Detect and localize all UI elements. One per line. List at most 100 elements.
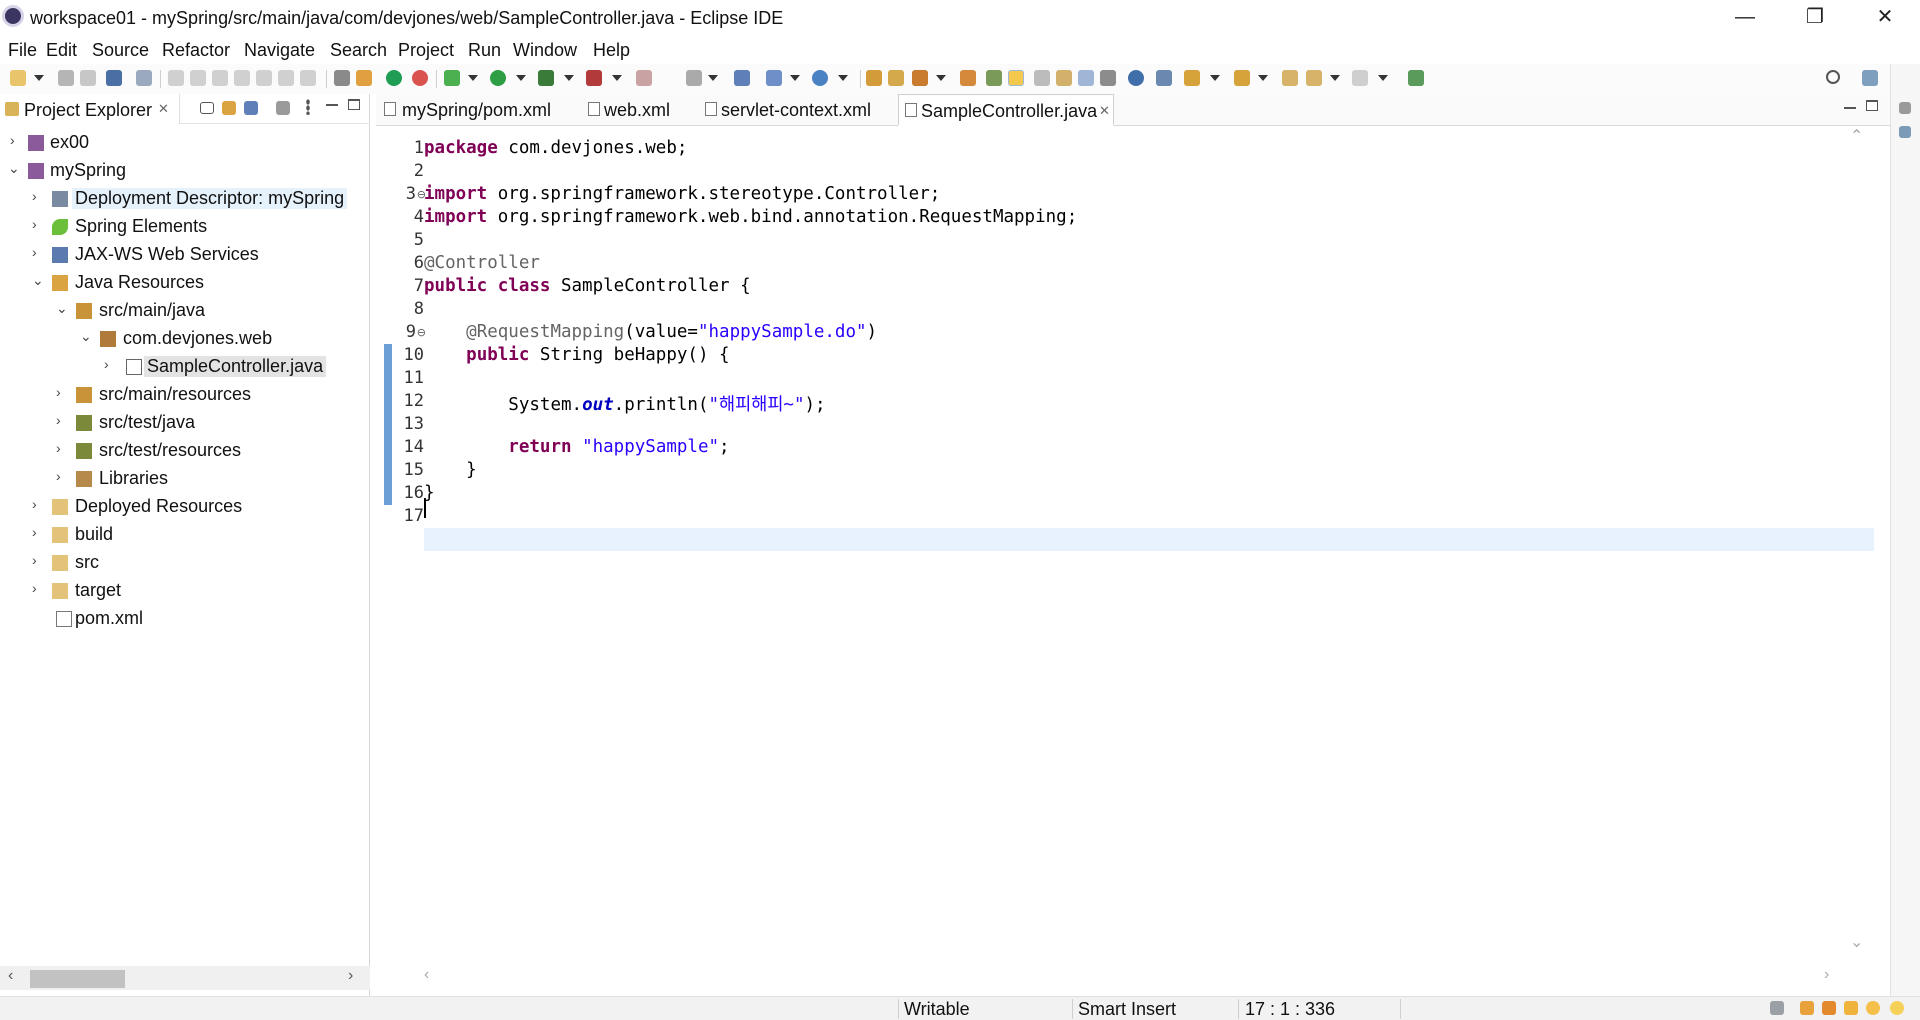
pin-editor-icon[interactable] — [1408, 70, 1424, 86]
editor-horizontal-scrollbar[interactable]: ‹ › — [424, 966, 1864, 990]
open-perspective-icon[interactable] — [1862, 70, 1878, 86]
save-icon[interactable] — [58, 70, 74, 86]
menu-run[interactable]: Run — [468, 40, 501, 61]
terminate-icon[interactable] — [212, 70, 228, 86]
back-dropdown-icon[interactable] — [1330, 75, 1340, 81]
deploy-icon[interactable] — [686, 70, 702, 86]
lightbulb-icon[interactable] — [1890, 1001, 1904, 1015]
close-tab-icon[interactable]: ✕ — [158, 101, 169, 117]
collapse-all-icon[interactable] — [200, 102, 214, 114]
coverage-dropdown-icon[interactable] — [564, 75, 574, 81]
run-dropdown-icon[interactable] — [516, 75, 526, 81]
back-icon[interactable] — [1306, 70, 1322, 86]
previous-annotation-dropdown-icon[interactable] — [1258, 75, 1268, 81]
outline-icon[interactable] — [334, 70, 350, 86]
highlight-icon[interactable] — [1008, 70, 1024, 86]
open-folder-icon[interactable] — [888, 70, 904, 86]
next-annotation-icon[interactable] — [1184, 70, 1200, 86]
previous-annotation-icon[interactable] — [1234, 70, 1250, 86]
open-task-icon[interactable] — [960, 70, 976, 86]
show-whitespace-icon[interactable] — [1078, 70, 1094, 86]
terminal-icon[interactable] — [106, 70, 122, 86]
tab-pom-xml[interactable]: mySpring/pom.xml — [380, 94, 551, 126]
minimize-view-icon[interactable] — [326, 104, 338, 106]
restore-button[interactable]: ❐ — [1780, 0, 1850, 36]
web-browser-icon[interactable] — [1128, 70, 1144, 86]
maximize-view-icon[interactable] — [348, 99, 360, 110]
stop-icon[interactable] — [636, 70, 652, 86]
new-icon[interactable] — [10, 70, 26, 86]
maximize-editor-icon[interactable] — [1866, 100, 1878, 111]
notifications-icon[interactable] — [1770, 1001, 1784, 1015]
step-return-icon[interactable] — [300, 70, 316, 86]
run-icon[interactable] — [490, 70, 506, 86]
server-start-icon[interactable] — [386, 70, 402, 86]
menu-edit[interactable]: Edit — [46, 40, 77, 61]
scroll-down-icon[interactable]: ⌄ — [1850, 932, 1863, 952]
menu-file[interactable]: File — [8, 40, 37, 61]
restore-view-icon[interactable] — [1899, 102, 1911, 114]
scroll-right-icon[interactable]: › — [1824, 966, 1829, 984]
status-cursor-position[interactable]: 17 : 1 : 336 — [1245, 999, 1335, 1020]
scroll-right-icon[interactable]: › — [348, 967, 353, 985]
pilcrow-icon[interactable] — [1100, 70, 1116, 86]
step-into-icon[interactable] — [256, 70, 272, 86]
new-spring-icon[interactable] — [812, 70, 828, 86]
step-over-icon[interactable] — [278, 70, 294, 86]
new-java-dropdown-icon[interactable] — [790, 75, 800, 81]
forward-dropdown-icon[interactable] — [1378, 75, 1388, 81]
search-icon[interactable] — [1826, 70, 1840, 84]
next-annotation-dropdown-icon[interactable] — [1210, 75, 1220, 81]
outline-view-icon[interactable] — [1899, 126, 1911, 138]
scroll-up-icon[interactable]: ⌃ — [1850, 126, 1863, 146]
debug-icon[interactable] — [444, 70, 460, 86]
learn-icon[interactable] — [1822, 1001, 1836, 1015]
filter-icon[interactable] — [244, 101, 258, 115]
menu-search[interactable]: Search — [330, 40, 387, 61]
menu-window[interactable]: Window — [513, 40, 577, 61]
save-all-icon[interactable] — [80, 70, 96, 86]
view-menu-icon[interactable] — [306, 99, 310, 115]
forward-icon[interactable] — [1352, 70, 1368, 86]
feedback-icon[interactable] — [1866, 1001, 1880, 1015]
menu-source[interactable]: Source — [92, 40, 149, 61]
toggle-mark-occurrences-icon[interactable] — [986, 70, 1002, 86]
minimize-editor-icon[interactable] — [1844, 107, 1856, 109]
project-explorer-tab[interactable]: Project Explorer ✕ — [0, 94, 180, 124]
code-editor[interactable]: package com.devjones.web; import org.spr… — [424, 126, 1874, 946]
menu-navigate[interactable]: Navigate — [244, 40, 315, 61]
disconnect-icon[interactable] — [234, 70, 250, 86]
debug-dropdown-icon[interactable] — [468, 75, 478, 81]
deploy-dropdown-icon[interactable] — [708, 75, 718, 81]
skip-breakpoints-icon[interactable] — [136, 70, 152, 86]
tab-samplecontroller-java[interactable]: SampleController.java ✕ — [898, 94, 1114, 126]
open-project-icon[interactable] — [866, 70, 882, 86]
close-tab-icon[interactable]: ✕ — [1099, 103, 1110, 119]
link-with-editor-icon[interactable] — [222, 101, 236, 115]
new-java-project-icon[interactable] — [766, 70, 782, 86]
suspend-icon[interactable] — [190, 70, 206, 86]
launch-icon[interactable] — [912, 70, 928, 86]
coverage-icon[interactable] — [538, 70, 554, 86]
menu-refactor[interactable]: Refactor — [162, 40, 230, 61]
status-insert-mode[interactable]: Smart Insert — [1078, 999, 1176, 1020]
launch-dropdown-icon[interactable] — [936, 75, 946, 81]
minimize-button[interactable]: — — [1710, 0, 1780, 36]
word-wrap-icon[interactable] — [1034, 70, 1050, 86]
explorer-horizontal-scrollbar[interactable]: ‹ › — [0, 966, 370, 990]
scroll-left-icon[interactable]: ‹ — [424, 966, 429, 984]
tasks-icon[interactable] — [1800, 1001, 1814, 1015]
search-file-icon[interactable] — [1156, 70, 1172, 86]
tab-web-xml[interactable]: web.xml — [584, 94, 684, 126]
external-tools-dropdown-icon[interactable] — [612, 75, 622, 81]
menu-project[interactable]: Project — [398, 40, 454, 61]
new-spring-dropdown-icon[interactable] — [838, 75, 848, 81]
close-window-button[interactable]: ✕ — [1850, 0, 1920, 36]
editor-vertical-scrollbar[interactable]: ⌃ ⌄ — [1846, 126, 1870, 956]
build-icon[interactable] — [356, 70, 372, 86]
resume-icon[interactable] — [168, 70, 184, 86]
focus-icon[interactable] — [276, 101, 290, 115]
tab-servlet-context-xml[interactable]: servlet-context.xml — [701, 94, 901, 126]
new-dropdown-icon[interactable] — [34, 75, 44, 81]
scrollbar-thumb[interactable] — [30, 970, 125, 988]
